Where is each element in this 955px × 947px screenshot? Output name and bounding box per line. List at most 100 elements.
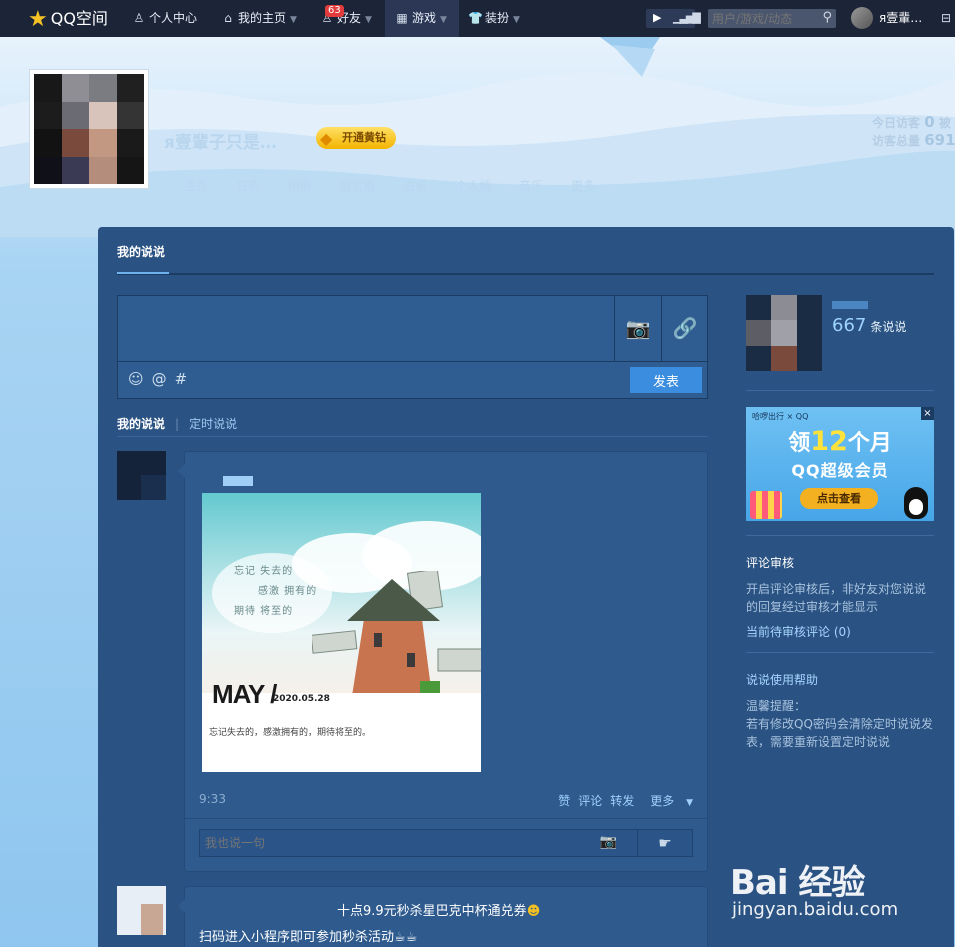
- penguin-icon: [904, 487, 928, 519]
- chevron-down-icon: ▼: [365, 15, 372, 25]
- grid-icon: ▦: [396, 11, 408, 25]
- image-date: 2020.05.28: [273, 694, 330, 704]
- search-icon[interactable]: ⚲: [822, 10, 832, 25]
- publish-button[interactable]: 发表: [630, 367, 702, 393]
- link-icon[interactable]: 🔗: [661, 296, 708, 361]
- home-icon: ⌂: [224, 11, 232, 25]
- shuoshuo-subtabs: 我的说说 | 定时说说: [117, 415, 237, 432]
- hashtag-icon[interactable]: #: [175, 370, 188, 388]
- open-yellow-diamond-button[interactable]: ◆ 开通黄钻: [316, 127, 396, 149]
- post-author-avatar[interactable]: [117, 451, 166, 500]
- sidebar-divider: [746, 652, 934, 653]
- pending-review-link[interactable]: 当前待审核评论 (0): [746, 623, 851, 640]
- visits-today: 今日访客 0 被: [872, 113, 951, 131]
- shuoshuo-panel: 我的说说 📷 🔗 ☺ @ # 发表 我的说说 | 定时说说 忘记 失去的 感激 拥有的 …: [98, 227, 954, 947]
- search-box[interactable]: ⚲: [708, 9, 836, 28]
- camera-icon[interactable]: 📷: [614, 296, 661, 361]
- tab-profile[interactable]: 个人档: [455, 179, 491, 193]
- tab-music[interactable]: 音乐: [519, 179, 543, 193]
- nav-personal-center[interactable]: ♙ 个人中心: [132, 0, 197, 37]
- post-card: 忘记 失去的 感激 拥有的 期待 将至的 MAY / 2020.05.28 忘记…: [178, 451, 708, 872]
- nav-games[interactable]: ▦ 游戏 ▼: [385, 0, 459, 37]
- search-input[interactable]: [708, 9, 816, 28]
- post-textarea[interactable]: [118, 296, 614, 361]
- image-title: MAY /: [212, 679, 277, 709]
- comment-review-title: 评论审核: [746, 556, 795, 570]
- sidebar-divider: [746, 390, 934, 391]
- chevron-down-icon: ▼: [513, 15, 520, 25]
- tab-shuoshuo[interactable]: 说说: [403, 179, 427, 193]
- user-icon: ♙: [133, 11, 145, 25]
- post-author-avatar[interactable]: [117, 886, 166, 935]
- qzone-logo[interactable]: ★ QQ空间: [28, 6, 108, 32]
- watermark-brand: Bai 经验: [730, 863, 865, 903]
- play-icon[interactable]: ▶: [653, 11, 661, 24]
- grin-emoji-icon: ☻: [526, 904, 541, 919]
- chevron-down-icon: ▼: [440, 15, 447, 25]
- sidebar-name-redacted: [832, 301, 868, 309]
- reply-box: 📷 ☛: [199, 829, 693, 857]
- ad-close-button[interactable]: ×: [921, 407, 934, 420]
- tab-my-shuoshuo[interactable]: 我的说说: [117, 243, 165, 260]
- ad-headline: 领12个月: [788, 426, 892, 457]
- mention-icon[interactable]: @: [152, 370, 167, 388]
- reply-input[interactable]: [200, 830, 640, 856]
- help-link[interactable]: 说说使用帮助: [746, 671, 818, 688]
- music-player[interactable]: ▶ ▁▃▅▇: [646, 9, 701, 28]
- watermark-url: jingyan.baidu.com: [732, 899, 899, 920]
- more-button[interactable]: 更多 ▼: [642, 794, 693, 808]
- tab-guestbook[interactable]: 留言板: [340, 179, 376, 193]
- super-vip-ad-banner[interactable]: 哈啰出行 × QQ 领12个月 QQ超级会员 点击查看 ×: [746, 407, 934, 521]
- reply-divider: [185, 818, 707, 819]
- menu-icon[interactable]: ⊟: [941, 0, 951, 37]
- top-navigation-bar: ★ QQ空间 ♙ 个人中心 ⌂ 我的主页 ▼ ♙ 好友 ▼ 63 ▦ 游戏 ▼ 👕 装扮 ▼ ▶ ▁…: [0, 0, 955, 37]
- poem-line-3: 期待 将至的: [234, 606, 294, 617]
- emoji-icon[interactable]: ☺: [128, 370, 144, 388]
- subtab-separator: |: [175, 417, 180, 431]
- post-text-line-2: 扫码进入小程序即可参加秒杀活动☕☕: [199, 930, 418, 945]
- tab-home[interactable]: 主页: [184, 179, 208, 193]
- nav-dressup[interactable]: 👕 装扮 ▼: [468, 0, 520, 37]
- caret-down-icon: ▼: [686, 798, 693, 808]
- tab-album[interactable]: 相册: [288, 179, 312, 193]
- post-author-name-redacted: [223, 476, 253, 486]
- avatar-mosaic: [34, 74, 144, 184]
- like-button[interactable]: 赞: [558, 794, 570, 808]
- post-card: 十点9.9元秒杀星巴克中杯通兑券☻ 扫码进入小程序即可参加秒杀活动☕☕: [178, 886, 708, 947]
- shuoshuo-count: 667 条说说: [832, 315, 907, 336]
- windmill-illustration: [312, 571, 481, 696]
- image-caption: 忘记失去的，感激拥有的，期待将至的。: [209, 728, 372, 738]
- sidebar-avatar[interactable]: [746, 295, 822, 371]
- post-text-line-1: 十点9.9元秒杀星巴克中杯通兑券☻: [337, 904, 541, 919]
- ad-brand: 哈啰出行 × QQ: [752, 412, 809, 421]
- post-text: 十点9.9元秒杀星巴克中杯通兑券☻ 扫码进入小程序即可参加秒杀活动☕☕: [199, 899, 540, 947]
- profile-avatar[interactable]: [29, 69, 149, 189]
- help-tip-label: 温馨提醒：: [746, 699, 807, 713]
- composer-tools: ☺ @ #: [128, 370, 195, 388]
- comment-button[interactable]: 评论: [578, 794, 602, 808]
- subtab-scheduled[interactable]: 定时说说: [189, 417, 237, 431]
- share-button[interactable]: 转发: [610, 794, 634, 808]
- subtab-mine[interactable]: 我的说说: [117, 417, 165, 431]
- post-time: 9:33: [199, 792, 226, 806]
- username[interactable]: я壹輩…: [879, 0, 922, 37]
- ad-view-button[interactable]: 点击查看: [800, 488, 878, 509]
- chevron-down-icon: ▼: [290, 15, 297, 25]
- camera-icon[interactable]: 📷: [600, 834, 617, 850]
- comment-review-text: 开启评论审核后，非好友对您说说的回复经过审核才能显示: [746, 582, 927, 614]
- tab-blog[interactable]: 日志: [236, 179, 260, 193]
- ad-subheadline: QQ超级会员: [791, 461, 889, 480]
- tab-divider: [117, 273, 934, 275]
- subtabs-divider: [117, 436, 708, 437]
- user-avatar[interactable]: [851, 7, 873, 29]
- profile-nickname[interactable]: я壹輩子只是…: [164, 128, 277, 153]
- tab-more[interactable]: 更多: [571, 179, 595, 193]
- nav-my-homepage[interactable]: ⌂ 我的主页 ▼: [221, 0, 297, 37]
- send-icon[interactable]: ☛: [637, 830, 692, 856]
- baidu-jingyan-watermark: Bai 经验 jingyan.baidu.com: [730, 845, 940, 930]
- visits-total: 访客总量 6918: [872, 131, 955, 149]
- friends-notification-badge: 63: [325, 5, 344, 17]
- poem-line-2: 感激 拥有的: [258, 586, 318, 597]
- shirt-icon: 👕: [468, 11, 483, 25]
- post-image[interactable]: 忘记 失去的 感激 拥有的 期待 将至的 MAY / 2020.05.28 忘记…: [202, 493, 481, 772]
